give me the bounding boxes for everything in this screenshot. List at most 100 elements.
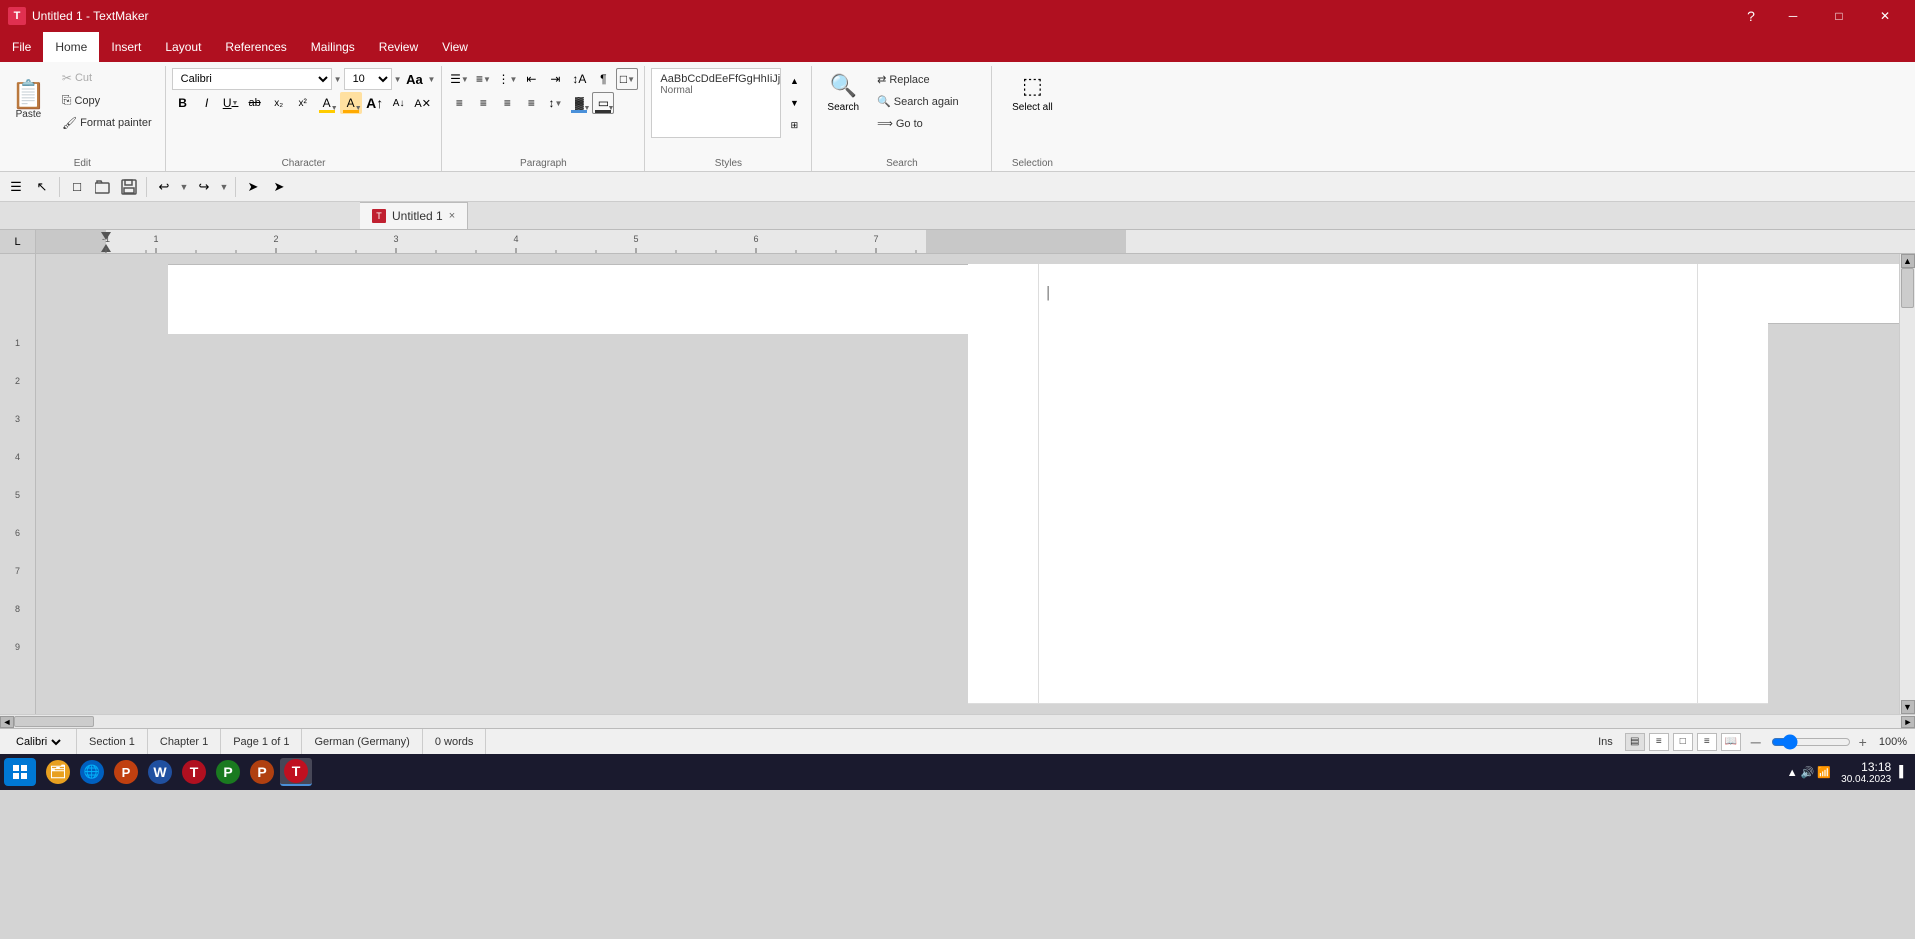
search-label: Search: [827, 102, 859, 113]
horizontal-scrollbar[interactable]: ◄ ►: [0, 714, 1915, 728]
taskbar-app-planmaker[interactable]: P: [212, 758, 244, 786]
taskbar-app-presentations[interactable]: P: [246, 758, 278, 786]
help-button[interactable]: ?: [1735, 0, 1767, 32]
close-button[interactable]: ✕: [1863, 0, 1907, 32]
toolbar-save-button[interactable]: [117, 175, 141, 199]
toolbar-menu-button[interactable]: ☰: [4, 175, 28, 199]
status-font-selector[interactable]: Calibri: [12, 735, 64, 749]
toolbar-open-button[interactable]: [91, 175, 115, 199]
bold-button[interactable]: B: [172, 92, 194, 114]
view-page-button[interactable]: □: [1673, 733, 1693, 751]
minimize-button[interactable]: ─: [1771, 0, 1815, 32]
subscript-button[interactable]: x₂: [268, 92, 290, 114]
h-scroll-thumb[interactable]: [14, 716, 94, 727]
view-outline-button[interactable]: ≡: [1649, 733, 1669, 751]
scroll-left-button[interactable]: ◄: [0, 716, 14, 728]
scroll-up-button[interactable]: ▲: [1901, 254, 1915, 268]
shrink-font-button[interactable]: A↓: [388, 92, 410, 114]
menu-layout[interactable]: Layout: [153, 32, 213, 62]
view-book-button[interactable]: 📖: [1721, 733, 1741, 751]
shading-button[interactable]: ▓ ▼: [568, 92, 590, 114]
superscript-button[interactable]: x²: [292, 92, 314, 114]
vr-9: 9: [15, 628, 20, 666]
strikethrough-button[interactable]: ab: [244, 92, 266, 114]
taskbar-app-word[interactable]: W: [144, 758, 176, 786]
bullet-list-button[interactable]: ☰▼: [448, 68, 470, 90]
menu-mailings[interactable]: Mailings: [299, 32, 367, 62]
taskbar-app-textmaker-active[interactable]: T: [280, 758, 312, 786]
decrease-indent-button[interactable]: ⇤: [520, 68, 542, 90]
align-center-button[interactable]: ≡: [472, 92, 494, 114]
italic-button[interactable]: I: [196, 92, 218, 114]
borders-button[interactable]: ▭ ▼: [592, 92, 614, 114]
paste-button[interactable]: 📋 Paste: [6, 78, 51, 123]
multilevel-list-button[interactable]: ⋮▼: [496, 68, 518, 90]
numbered-list-button[interactable]: ≡▼: [472, 68, 494, 90]
document-content[interactable]: |: [1038, 264, 1698, 704]
align-right-button[interactable]: ≡: [496, 92, 518, 114]
copy-button[interactable]: ⎘ Copy: [57, 90, 157, 111]
styles-nav: ▲ ▼ ⊞: [783, 68, 805, 138]
menu-home[interactable]: Home: [43, 32, 99, 62]
vertical-scrollbar[interactable]: ▲ ▼: [1899, 254, 1915, 714]
show-marks-button[interactable]: ¶: [592, 68, 614, 90]
select-all-button[interactable]: ⬚ Select all: [998, 68, 1066, 118]
styles-down-button[interactable]: ▼: [783, 92, 805, 114]
zoom-slider[interactable]: [1771, 734, 1851, 750]
highlight-button[interactable]: A ▼: [340, 92, 362, 114]
styles-expand-button[interactable]: ⊞: [783, 114, 805, 136]
menu-file[interactable]: File: [0, 32, 43, 62]
styles-up-button[interactable]: ▲: [783, 70, 805, 92]
right-margin: [1698, 264, 1768, 704]
document-tab[interactable]: T Untitled 1 ×: [360, 202, 468, 229]
grow-font-button[interactable]: A↑: [364, 92, 386, 114]
menu-insert[interactable]: Insert: [99, 32, 153, 62]
size-selector[interactable]: 10: [344, 68, 392, 90]
toolbar-cursor2-button[interactable]: ➤: [241, 175, 265, 199]
format-painter-button[interactable]: 🖌 Format painter: [57, 113, 157, 133]
toolbar-new-button[interactable]: □: [65, 175, 89, 199]
scroll-thumb[interactable]: [1901, 268, 1914, 308]
sort-button[interactable]: ↕A: [568, 68, 590, 90]
align-justify-button[interactable]: ≡: [520, 92, 542, 114]
toolbar-undo-dd[interactable]: ▼: [178, 175, 190, 199]
toolbar-cursor3-button[interactable]: ➤: [267, 175, 291, 199]
start-button[interactable]: [4, 758, 36, 786]
taskbar-app-explorer[interactable]: 🗂: [42, 758, 74, 786]
toolbar-redo-button[interactable]: ↪: [192, 175, 216, 199]
toolbar-undo-button[interactable]: ↩: [152, 175, 176, 199]
search-again-button[interactable]: 🔍 Search again: [872, 92, 964, 111]
tab-close-button[interactable]: ×: [449, 210, 455, 222]
toolbar-cursor-button[interactable]: ↖: [30, 175, 54, 199]
scroll-right-button[interactable]: ►: [1901, 716, 1915, 728]
clear-format-button[interactable]: A✕: [412, 92, 434, 114]
menu-references[interactable]: References: [213, 32, 298, 62]
search-button[interactable]: 🔍 Search: [818, 68, 868, 118]
font-selector[interactable]: Calibri: [172, 68, 332, 90]
font-color-button[interactable]: A ▼: [316, 92, 338, 114]
taskbar-app-textmaker-red[interactable]: T: [178, 758, 210, 786]
svg-text:2: 2: [273, 234, 278, 244]
increase-indent-button[interactable]: ⇥: [544, 68, 566, 90]
scroll-down-button[interactable]: ▼: [1901, 700, 1915, 714]
go-to-button[interactable]: ⟹ Go to: [872, 114, 964, 133]
align-left-button[interactable]: ≡: [448, 92, 470, 114]
toolbar-redo-dd[interactable]: ▼: [218, 175, 230, 199]
view-normal-button[interactable]: ▤: [1625, 733, 1645, 751]
taskbar-app-powerpoint[interactable]: P: [110, 758, 142, 786]
view-web-button[interactable]: ≡: [1697, 733, 1717, 751]
line-spacing-button[interactable]: ↕▼: [544, 92, 566, 114]
replace-button[interactable]: ⇄ Replace: [872, 70, 964, 89]
menu-review[interactable]: Review: [367, 32, 430, 62]
cut-button[interactable]: ✂ Cut: [57, 68, 157, 88]
taskbar-clock[interactable]: 13:18 30.04.2023: [1841, 760, 1891, 785]
style-selector[interactable]: AaBbCcDdEeFfGgHhIiJj Normal: [651, 68, 781, 138]
maximize-button[interactable]: □: [1817, 0, 1861, 32]
taskbar-app-edge[interactable]: 🌐: [76, 758, 108, 786]
show-desktop-button[interactable]: ▌: [1899, 766, 1907, 778]
document-viewport[interactable]: |: [36, 254, 1899, 714]
menu-view[interactable]: View: [430, 32, 480, 62]
text-case-button[interactable]: Aa: [403, 68, 425, 90]
border-button[interactable]: □▼: [616, 68, 638, 90]
underline-button[interactable]: U ▼: [220, 92, 242, 114]
